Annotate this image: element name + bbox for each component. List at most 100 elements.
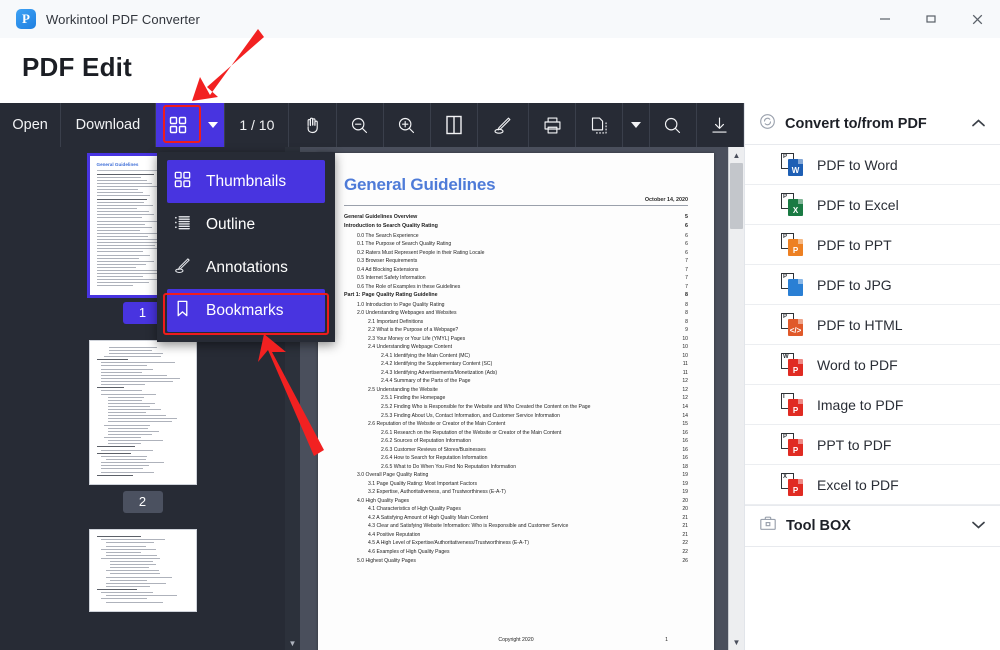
pen-icon[interactable]: [478, 103, 529, 147]
toc-row: 3.1 Page Quality Rating: Most Important …: [344, 481, 688, 487]
toc-row-page: 8: [685, 318, 688, 325]
toc-row: 0.4 Ad Blocking Extensions 7: [344, 266, 688, 273]
toc-row-text: 2.1 Important Definitions: [368, 318, 424, 325]
toc-row-page: 15: [682, 421, 688, 428]
chevron-down-icon[interactable]: [971, 517, 986, 535]
document-date: October 14, 2020: [644, 197, 688, 203]
chevron-up-icon[interactable]: ▲: [729, 147, 745, 163]
file-icon-fold: [798, 318, 803, 324]
toc-row-page: 19: [682, 489, 688, 496]
sidebar-item-label: PDF to Word: [817, 156, 898, 173]
close-button[interactable]: [954, 0, 1000, 38]
sidebar-item-label: PDF to HTML: [817, 316, 903, 333]
toc-row-text: 0.4 Ad Blocking Extensions: [357, 266, 419, 273]
chevron-down-icon[interactable]: ▼: [729, 634, 745, 650]
maximize-button[interactable]: [908, 0, 954, 38]
sidebar-item-pdf-to-excel[interactable]: P X PDF to Excel: [745, 185, 1000, 225]
extract-caret-icon[interactable]: [623, 103, 650, 147]
file-icon-fold: [798, 238, 803, 244]
toc-row-page: 16: [682, 446, 688, 453]
sidebar-item-pdf-to-jpg[interactable]: P PDF to JPG: [745, 265, 1000, 305]
toc-row: 2.6.5 What to Do When You Find No Reputa…: [344, 464, 688, 470]
toc-row-page: 10: [682, 352, 688, 359]
toc-row: 4.1 Characteristics of High Quality Page…: [344, 507, 688, 512]
toc-row: 2.4 Understanding Webpage Content 10: [344, 345, 688, 350]
toc-row-page: 20: [682, 506, 688, 513]
toc-row-page: 19: [682, 472, 688, 479]
file-icon-fold: [798, 158, 803, 164]
toc-row: 2.5.3 Finding About Us, Contact Informat…: [344, 413, 688, 419]
thumbnail-page-3[interactable]: [88, 528, 197, 612]
chevron-down-icon[interactable]: ▼: [285, 636, 300, 650]
printer-icon[interactable]: [529, 103, 577, 147]
sidebar-item-pdf-to-html[interactable]: P </> PDF to HTML: [745, 305, 1000, 345]
toc-row: 2.3 Your Money or Your Life (YMYL) Pages…: [344, 335, 688, 342]
page-layout-icon[interactable]: [431, 103, 479, 147]
sidebar-item-image-to-pdf[interactable]: I P Image to PDF: [745, 385, 1000, 425]
sidebar-item-label: PDF to Excel: [817, 196, 899, 213]
file-icon-target: </>: [788, 318, 803, 336]
grid-view-icon[interactable]: [155, 103, 201, 147]
dropdown-item-bookmarks[interactable]: Bookmarks: [167, 289, 325, 332]
toc-row: 4.3 Clear and Satisfying Website Informa…: [344, 524, 688, 529]
open-button[interactable]: Open: [0, 103, 62, 147]
toc-row-text: 0.0 The Search Experience: [357, 232, 419, 239]
page-indicator[interactable]: 1 / 10: [225, 103, 290, 147]
toc-row-page: 7: [685, 275, 688, 282]
sidebar-item-ppt-to-pdf[interactable]: P P PPT to PDF: [745, 425, 1000, 465]
toolbox-icon: [759, 515, 777, 537]
dropdown-item-outline[interactable]: Outline: [167, 203, 325, 246]
caret-down-icon[interactable]: [200, 103, 226, 147]
file-icon-fold: [798, 278, 803, 284]
toc-row: 2.2 What is the Purpose of a Webpage? 9: [344, 328, 688, 333]
title-bar: Workintool PDF Converter: [0, 0, 1000, 38]
convert-section-header[interactable]: Convert to/from PDF: [745, 103, 1000, 145]
toc-row: Part 1: Page Quality Rating Guideline 8: [344, 293, 688, 299]
toc-row-text: 5.0 Highest Quality Pages: [357, 557, 416, 564]
workintool-logo-icon: [16, 9, 36, 29]
toc-row-text: 2.6.3 Customer Reviews of Stores/Busines…: [381, 446, 486, 453]
sidebar-item-excel-to-pdf[interactable]: X P Excel to PDF: [745, 465, 1000, 505]
toolbar: Open Download 1 / 10: [0, 103, 745, 147]
dropdown-label-bookmarks: Bookmarks: [206, 301, 284, 319]
document-scrollbar[interactable]: ▲ ▼: [728, 147, 744, 650]
sidebar-item-label: PDF to PPT: [817, 236, 892, 253]
sidebar-item-pdf-to-word[interactable]: P W PDF to Word: [745, 145, 1000, 185]
file-icon-fold: [798, 398, 803, 404]
chevron-up-icon[interactable]: [971, 115, 986, 133]
dropdown-item-annotations[interactable]: Annotations: [167, 246, 325, 289]
toc-row-text: 2.3 Your Money or Your Life (YMYL) Pages: [368, 335, 466, 342]
document-title: General Guidelines: [344, 175, 496, 194]
sidebar-item-word-to-pdf[interactable]: W P Word to PDF: [745, 345, 1000, 385]
toc-row-page: 6: [685, 223, 688, 230]
thumbnail-label-2[interactable]: 2: [122, 490, 163, 513]
toc-row: 2.6.1 Research on the Reputation of the …: [344, 430, 688, 436]
document-rule: [344, 205, 688, 206]
toc-row: 2.4.4 Summary of the Parts of the Page 12: [344, 379, 688, 384]
toolbox-section-header[interactable]: Tool BOX: [745, 505, 1000, 547]
toc-row-page: 7: [685, 266, 688, 273]
thumbnail-page-2[interactable]: [88, 339, 197, 485]
toc-row-text: 2.5 Understanding the Website: [368, 386, 438, 393]
toc-row-page: 6: [685, 249, 688, 256]
toc-row-page: 10: [682, 335, 688, 342]
toc-row-page: 21: [682, 523, 688, 530]
magnifier-minus-icon[interactable]: [337, 103, 384, 147]
magnifier-plus-icon[interactable]: [384, 103, 431, 147]
copy-pages-icon[interactable]: [576, 103, 624, 147]
toc-row-text: 4.3 Clear and Satisfying Website Informa…: [368, 523, 569, 530]
toc-row-text: 0.3 Browser Requirements: [357, 258, 418, 265]
toc-row: 2.5.1 Finding the Homepage 12: [344, 396, 688, 401]
download-button[interactable]: Download: [61, 103, 156, 147]
sidebar-item-pdf-to-ppt[interactable]: P P PDF to PPT: [745, 225, 1000, 265]
dropdown-item-thumbnails[interactable]: Thumbnails: [167, 160, 325, 203]
toc-row-text: 4.5 A High Level of Expertise/Authoritat…: [368, 540, 529, 547]
toc-row: 4.0 High Quality Pages 20: [344, 498, 688, 504]
hand-icon[interactable]: [289, 103, 337, 147]
download-arrow-icon[interactable]: [697, 103, 745, 147]
search-icon[interactable]: [650, 103, 697, 147]
minimize-button[interactable]: [862, 0, 908, 38]
toc-row-page: 22: [682, 549, 688, 556]
document-page: General Guidelines October 14, 2020 Gene…: [318, 153, 714, 650]
scrollbar-thumb[interactable]: [730, 163, 743, 229]
